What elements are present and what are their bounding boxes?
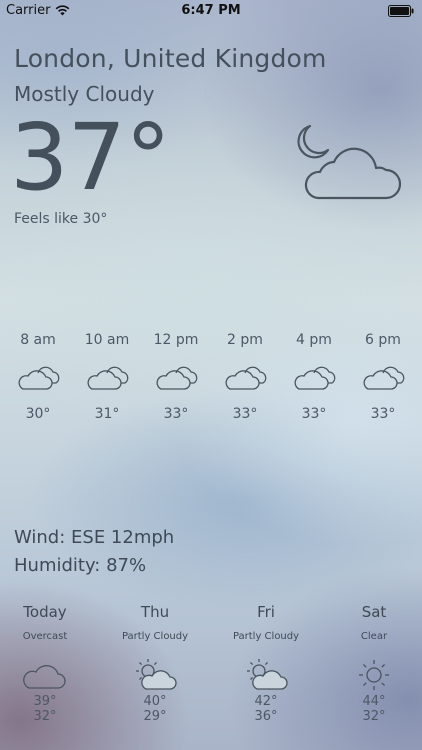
partly-cloudy-icon — [136, 659, 177, 690]
cloudy-icon — [363, 366, 405, 390]
cloudy-icon — [87, 366, 129, 390]
hour-temp: 33° — [163, 406, 189, 422]
day-high: 40° — [143, 694, 167, 709]
day-condition: Partly Cloudy — [121, 631, 189, 642]
daily-item: Fri Partly Cloudy 42° 36° — [216, 602, 316, 724]
day-condition: Clear — [360, 631, 388, 642]
hour-time: 8 am — [20, 332, 56, 348]
hourly-item: 6 pm 33° — [348, 330, 418, 422]
cloud-icon — [23, 665, 66, 689]
cloudy-icon — [225, 366, 267, 390]
moon-cloud-icon — [297, 124, 402, 200]
daily-item: Thu Partly Cloudy 40° 29° — [105, 602, 205, 724]
hourly-item: 10 am 31° — [72, 330, 142, 422]
hour-time: 6 pm — [365, 332, 401, 348]
hourly-item: 12 pm 33° — [141, 330, 211, 422]
day-condition: Partly Cloudy — [232, 631, 300, 642]
location-title: London, United Kingdom — [14, 44, 327, 73]
cloudy-icon — [156, 366, 198, 390]
day-name: Fri — [257, 603, 275, 621]
day-low: 29° — [143, 709, 167, 724]
current-temperature: 37° — [10, 112, 171, 204]
day-high: 44° — [362, 694, 386, 709]
day-low: 32° — [362, 709, 386, 724]
hour-temp: 33° — [232, 406, 258, 422]
hour-temp: 33° — [370, 406, 396, 422]
battery-icon — [388, 5, 414, 17]
degree-symbol: ° — [125, 104, 171, 211]
day-condition: Overcast — [22, 631, 68, 642]
humidity-label: Humidity: 87% — [14, 555, 147, 576]
temperature-value: 37 — [10, 104, 126, 211]
wind-label: Wind: ESE 12mph — [14, 527, 175, 548]
partly-cloudy-icon — [247, 659, 288, 690]
day-low: 32° — [33, 709, 57, 724]
day-name: Today — [23, 603, 67, 621]
hourly-item: 4 pm 33° — [279, 330, 349, 422]
current-condition: Mostly Cloudy — [14, 82, 155, 106]
hour-temp: 31° — [94, 406, 120, 422]
sun-icon — [359, 660, 389, 690]
day-name: Sat — [361, 603, 387, 621]
hourly-item: 2 pm 33° — [210, 330, 280, 422]
cloudy-icon — [294, 366, 336, 390]
status-time: 6:47 PM — [181, 3, 241, 18]
hour-temp: 33° — [301, 406, 327, 422]
day-low: 36° — [254, 709, 278, 724]
hour-time: 4 pm — [296, 332, 332, 348]
hour-time: 2 pm — [227, 332, 263, 348]
hour-temp: 30° — [25, 406, 51, 422]
day-high: 42° — [254, 694, 278, 709]
status-bar: Carrier 6:47 PM — [0, 0, 422, 22]
daily-item: Today Overcast 39° 32° — [0, 602, 95, 724]
hour-time: 10 am — [84, 332, 130, 348]
hour-time: 12 pm — [153, 332, 199, 348]
hourly-item: 8 am 30° — [3, 330, 73, 422]
day-high: 39° — [33, 694, 57, 709]
feels-like-label: Feels like 30° — [14, 211, 108, 227]
daily-item: Sat Clear 44° 32° — [324, 602, 422, 724]
cloudy-icon — [18, 366, 60, 390]
day-name: Thu — [140, 603, 170, 621]
